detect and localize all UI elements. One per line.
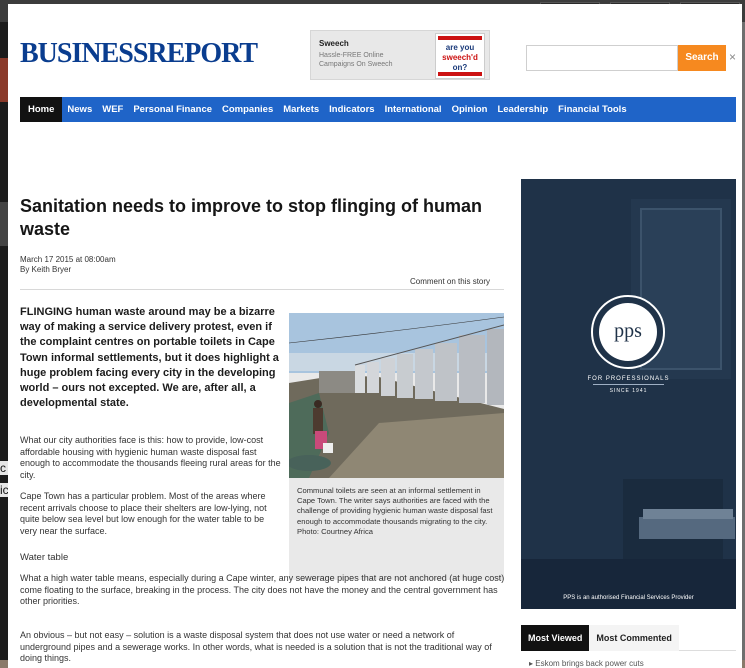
logo-word-business: Business <box>20 38 148 69</box>
sweech-logo-text: are you <box>445 43 475 52</box>
search-input[interactable] <box>526 45 678 71</box>
ad-line: Campaigns On Sweech <box>319 61 393 68</box>
site-logo[interactable]: BusinessReport <box>20 34 258 71</box>
logo-bar <box>438 36 482 40</box>
article-byline: By Keith Bryer <box>20 265 72 274</box>
nav-item-companies[interactable]: Companies <box>217 97 278 122</box>
pps-logo: pps <box>591 295 665 369</box>
nav-item-wef[interactable]: WEF <box>97 97 128 122</box>
nav-item-news[interactable]: News <box>62 97 97 122</box>
close-icon[interactable]: × <box>729 50 736 64</box>
divider <box>20 289 504 290</box>
background-image-strip <box>0 58 8 102</box>
article-modal: BusinessReport Sweech Hassle-FREE Online… <box>8 4 742 668</box>
tab-most-viewed[interactable]: Most Viewed <box>521 625 590 651</box>
article-lead: FLINGING human waste around may be a biz… <box>20 306 279 410</box>
pps-divider <box>593 384 664 385</box>
article-date: March 17 2015 at 08:00am <box>20 255 116 264</box>
ad-line: Hassle-FREE Online <box>319 52 384 59</box>
search-button[interactable]: Search <box>678 45 726 71</box>
pps-tagline: FOR PROFESSIONALS <box>587 376 670 382</box>
nav-item-personal-finance[interactable]: Personal Finance <box>128 97 217 122</box>
sweech-logo-text: on? <box>452 63 468 72</box>
pps-since: SINCE 1941 <box>609 388 648 394</box>
article-photo-figure: Communal toilets are seen at an informal… <box>289 313 504 580</box>
nav-item-home[interactable]: Home <box>20 97 63 122</box>
article-paragraph: An obvious – but not easy – solution is … <box>20 630 492 664</box>
comment-link[interactable]: Comment on this story <box>410 277 490 286</box>
popular-tabs: Most Viewed Most Commented <box>521 625 736 651</box>
pps-sidebar-ad[interactable]: pps FOR PROFESSIONALS SINCE 1941 PPS is … <box>521 179 736 609</box>
logo-word-report: Report <box>147 38 258 69</box>
pps-disclaimer: PPS is an authorised Financial Services … <box>563 595 694 601</box>
list-item-label: Eskom brings back power cuts <box>535 659 644 668</box>
photo-caption: Communal toilets are seen at an informal… <box>297 486 493 536</box>
article-paragraph: What a high water table means, especiall… <box>20 573 505 607</box>
article-subhead: Water table <box>20 552 69 563</box>
tab-most-commented[interactable]: Most Commented <box>589 625 679 651</box>
header-ad-banner[interactable]: Sweech Hassle-FREE Online Campaigns On S… <box>310 30 490 80</box>
nav-item-financial-tools[interactable]: Financial Tools <box>553 97 631 122</box>
pps-logo-text: pps <box>599 303 657 361</box>
article-headline: Sanitation needs to improve to stop flin… <box>20 196 482 239</box>
background-text: c <box>0 461 8 475</box>
nav-item-markets[interactable]: Markets <box>278 97 324 122</box>
nav-item-indicators[interactable]: Indicators <box>324 97 379 122</box>
nav-item-leadership[interactable]: Leadership <box>492 97 553 122</box>
article-paragraph: Cape Town has a particular problem. Most… <box>20 491 267 536</box>
nav-item-opinion[interactable]: Opinion <box>447 97 493 122</box>
nav-item-international[interactable]: International <box>380 97 447 122</box>
background-left-strip <box>0 22 8 668</box>
list-item[interactable]: ▸ Eskom brings back power cuts <box>529 659 644 668</box>
main-nav: Home News WEF Personal Finance Companies… <box>20 97 736 122</box>
informal-settlement-image <box>289 313 504 478</box>
background-text: ic <box>0 483 8 497</box>
ad-background-art <box>521 199 736 609</box>
logo-bar <box>438 72 482 76</box>
article-paragraph: What our city authorities face is this: … <box>20 435 281 480</box>
sweech-logo-text: sweech'd <box>442 53 478 62</box>
article-photo[interactable] <box>289 313 504 478</box>
sweech-logo: are you sweech'd on? <box>435 33 485 79</box>
ad-brand: Sweech <box>319 39 349 48</box>
background-image-strip <box>0 202 8 246</box>
